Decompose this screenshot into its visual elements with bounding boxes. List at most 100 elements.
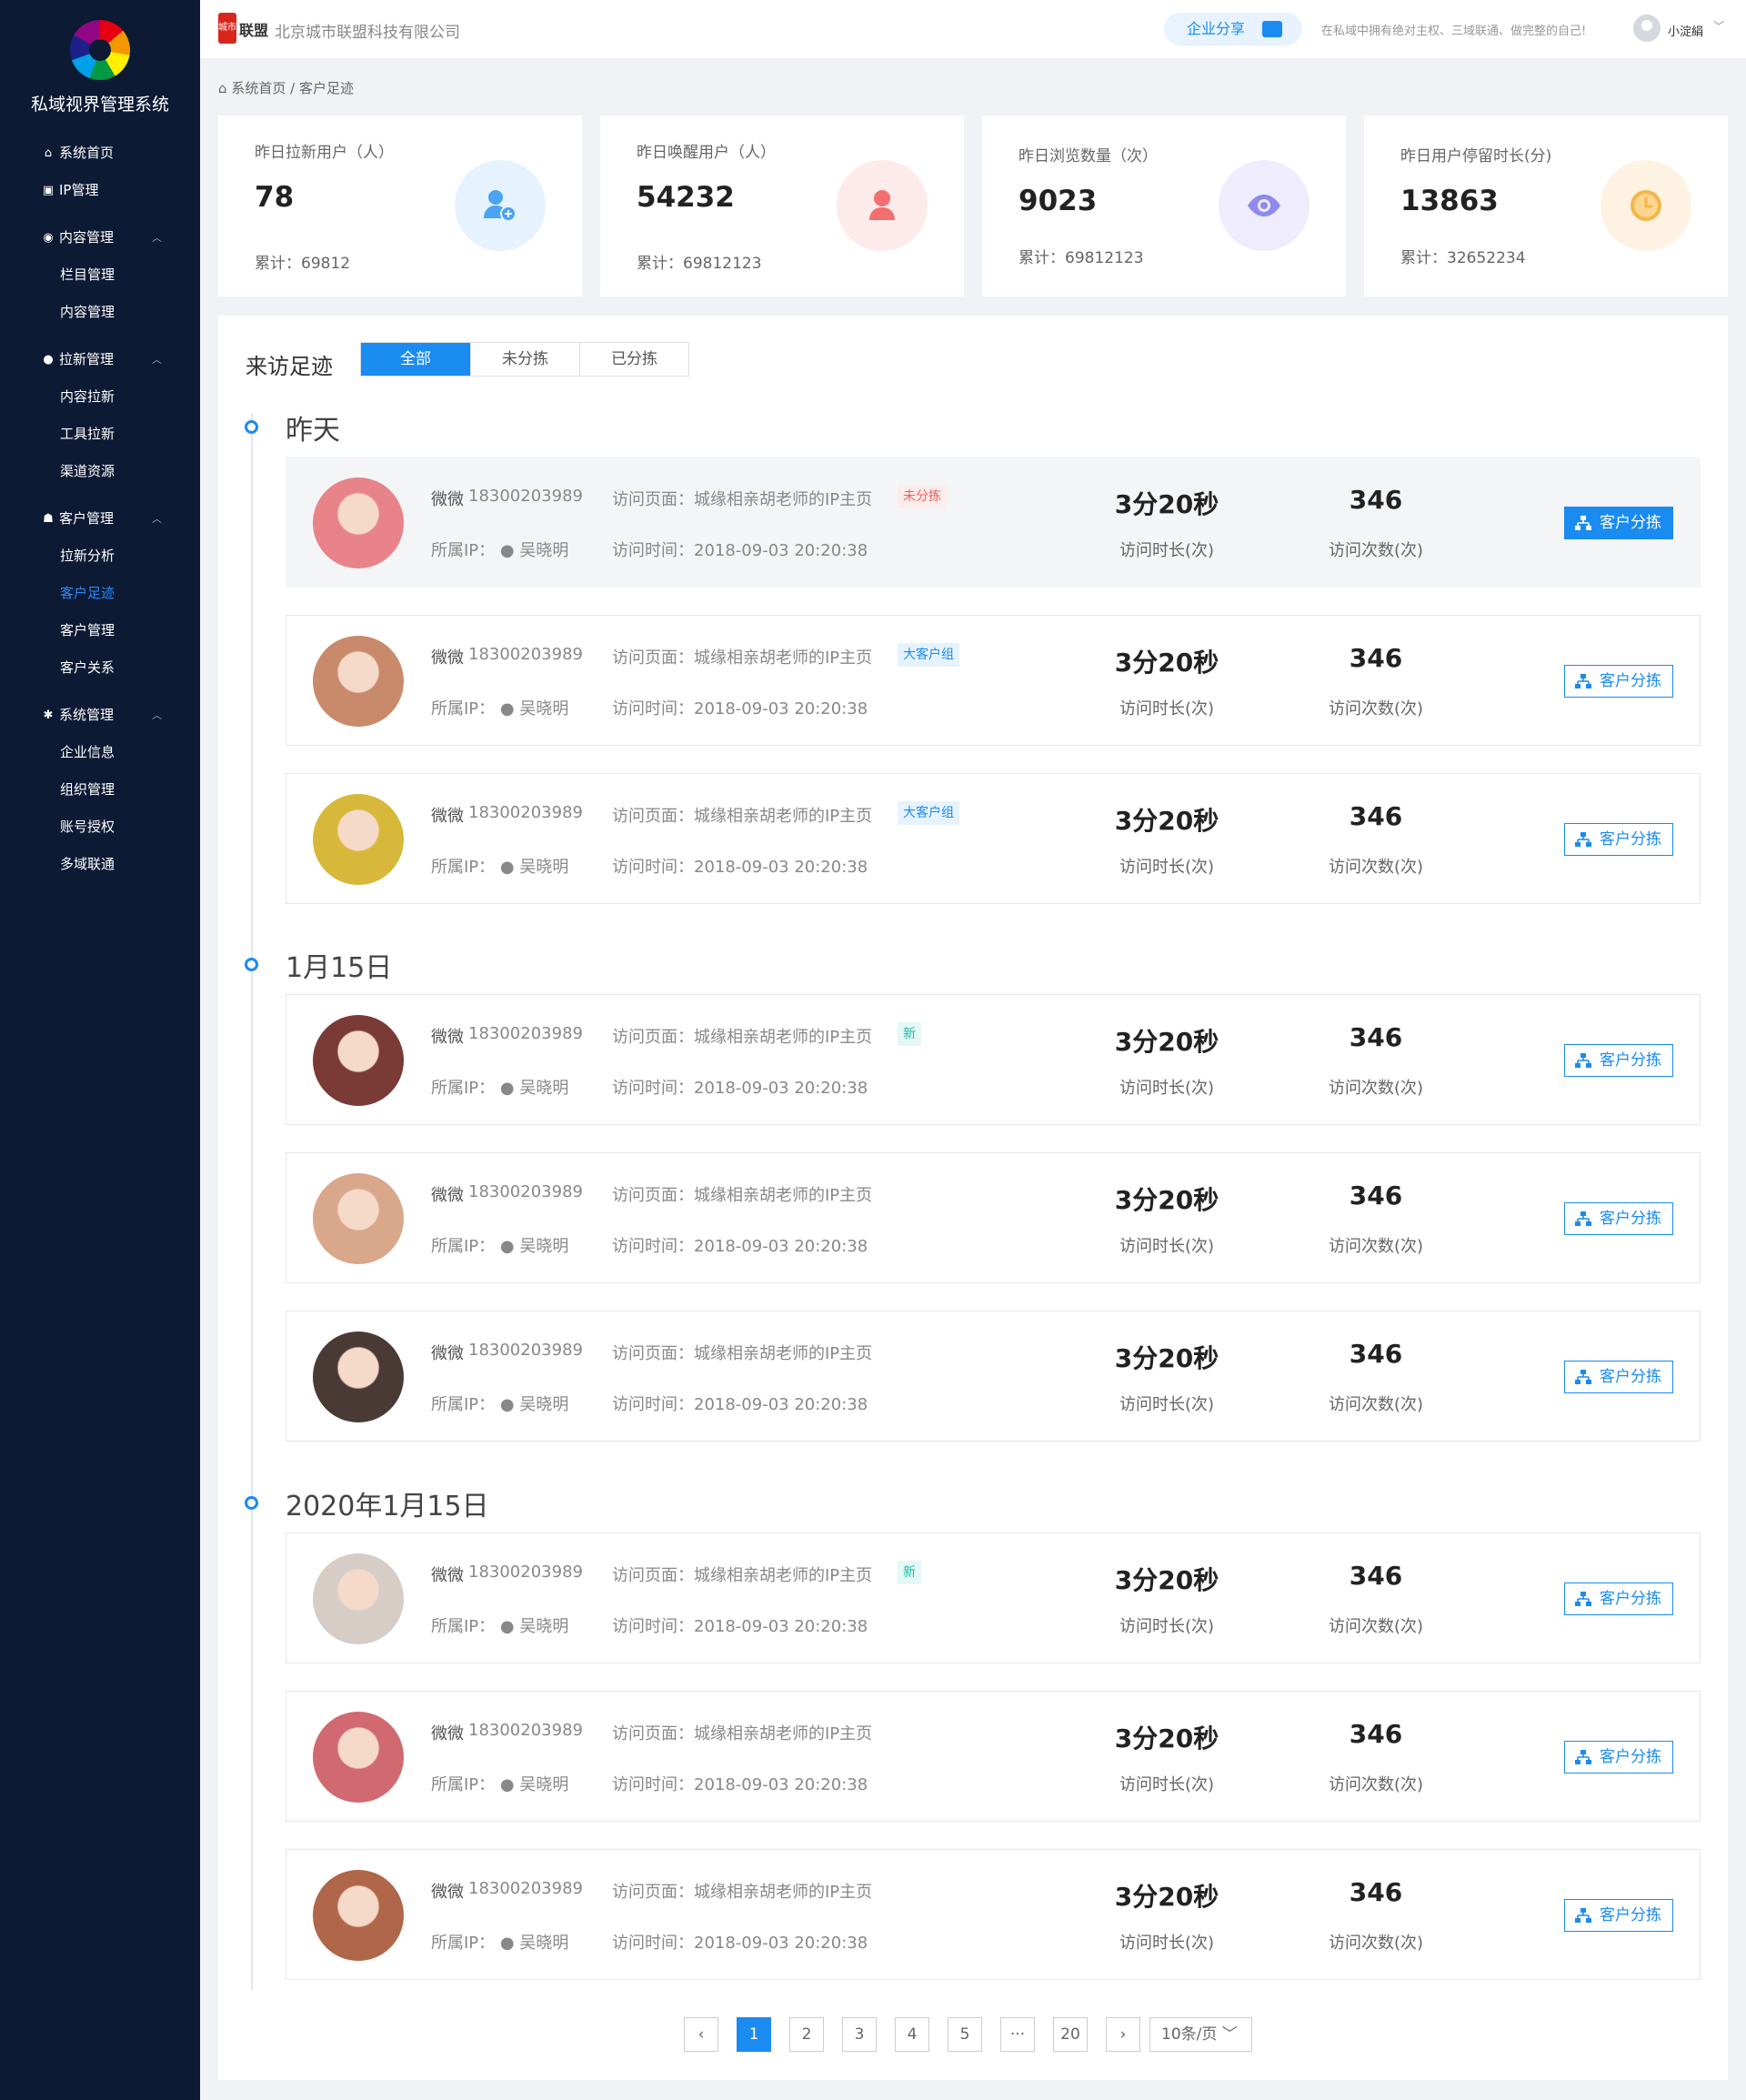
stat-card-0: 昨日拉新用户（人） 78 累计：69812 <box>218 116 582 296</box>
page-button[interactable]: 1 <box>737 2017 771 2052</box>
stat-label: 昨日用户停留时长(分) <box>1400 147 1552 166</box>
page-button[interactable]: 5 <box>948 2017 982 2052</box>
enterprise-share-button[interactable]: 企业分享 <box>1164 13 1302 45</box>
record-row[interactable]: 微微 18300203989 所属IP： ● 吴晓明 访问页面：城缘相亲胡老师的… <box>286 773 1701 904</box>
record-row[interactable]: 微微 18300203989 所属IP： ● 吴晓明 访问页面：城缘相亲胡老师的… <box>286 1311 1701 1442</box>
tab-sorted[interactable]: 已分拣 <box>579 343 688 376</box>
visit-duration: 3分20秒 <box>1114 489 1219 519</box>
visited-page: 访问页面：城缘相亲胡老师的IP主页 <box>612 1344 873 1363</box>
page-button[interactable]: 4 <box>895 2017 929 2052</box>
top-bar: 城市 联盟 北京城市联盟科技有限公司 企业分享 在私域中拥有绝对主权、三域联通、… <box>200 0 1746 58</box>
visit-time: 访问时间：2018-09-03 20:20:38 <box>612 858 868 877</box>
visited-page: 访问页面：城缘相亲胡老师的IP主页 <box>612 1883 873 1902</box>
page-button[interactable]: 2 <box>789 2017 824 2052</box>
record-row[interactable]: 微微 18300203989 所属IP： ● 吴晓明 访问页面：城缘相亲胡老师的… <box>286 615 1701 746</box>
company-brand: 联盟 <box>239 22 269 39</box>
chevron-up-icon[interactable]: ︿ <box>152 697 162 734</box>
owner-ip: 所属IP： ● 吴晓明 <box>431 1934 569 1953</box>
next-page-button[interactable]: › <box>1106 2017 1140 2052</box>
status-badge: 大客户组 <box>898 801 959 825</box>
app-brand: 私域视界管理系统 <box>30 95 169 115</box>
owner-ip: 所属IP： ● 吴晓明 <box>431 541 569 560</box>
prev-page-button[interactable]: ‹ <box>684 2017 718 2052</box>
chevron-up-icon[interactable]: ︿ <box>152 341 162 378</box>
sidebar-item-9[interactable]: ☗ 客户管理 ︿ <box>0 500 200 538</box>
record-row[interactable]: 微微 18300203989 所属IP： ● 吴晓明 访问页面：城缘相亲胡老师的… <box>286 994 1701 1125</box>
customer-sort-button[interactable]: 客户分拣 <box>1564 665 1673 698</box>
visit-count-label: 访问次数(次) <box>1328 1617 1424 1636</box>
customer-sort-button[interactable]: 客户分拣 <box>1564 1741 1673 1773</box>
visit-duration-label: 访问时长(次) <box>1119 1934 1215 1953</box>
record-row[interactable]: 微微 18300203989 所属IP： ● 吴晓明 访问页面：城缘相亲胡老师的… <box>286 1152 1701 1283</box>
owner-ip: 所属IP： ● 吴晓明 <box>431 1617 569 1636</box>
tab-unsorted[interactable]: 未分拣 <box>470 343 579 376</box>
chevron-up-icon[interactable]: ︿ <box>152 500 162 538</box>
customer-avatar <box>313 636 404 727</box>
page-button[interactable]: ··· <box>1000 2017 1035 2052</box>
customer-avatar <box>313 1870 404 1961</box>
stat-total: 累计：69812 <box>255 255 351 273</box>
sidebar-item-0[interactable]: ⌂ 系统首页 <box>0 135 200 172</box>
sidebar-subitem-10[interactable]: 拉新分析 <box>0 538 200 575</box>
person-icon: ● <box>495 1395 520 1414</box>
tab-all[interactable]: 全部 <box>361 343 470 376</box>
visit-count-label: 访问次数(次) <box>1328 1395 1424 1414</box>
visited-page: 访问页面：城缘相亲胡老师的IP主页 <box>612 1028 873 1047</box>
sidebar-subitem-6[interactable]: 内容拉新 <box>0 378 200 416</box>
page-size-select[interactable]: 10条/页 ﹀ <box>1149 2017 1252 2052</box>
customer-avatar <box>313 794 404 885</box>
sidebar-subitem-7[interactable]: 工具拉新 <box>0 416 200 453</box>
page-button[interactable]: 3 <box>842 2017 877 2052</box>
visit-time: 访问时间：2018-09-03 20:20:38 <box>612 1617 868 1636</box>
stat-total: 累计：69812123 <box>637 255 762 273</box>
visit-count-label: 访问次数(次) <box>1328 541 1424 560</box>
customer-sort-button[interactable]: 客户分拣 <box>1564 1202 1673 1235</box>
visit-time: 访问时间：2018-09-03 20:20:38 <box>612 1775 868 1794</box>
sidebar-subitem-17[interactable]: 账号授权 <box>0 809 200 846</box>
person-icon: ● <box>495 1617 520 1636</box>
sidebar-subitem-13[interactable]: 客户关系 <box>0 649 200 687</box>
record-row[interactable]: 微微 18300203989 所属IP： ● 吴晓明 访问页面：城缘相亲胡老师的… <box>286 1849 1701 1980</box>
customer-sort-button[interactable]: 客户分拣 <box>1564 823 1673 856</box>
sidebar-item-14[interactable]: ✱ 系统管理 ︿ <box>0 697 200 734</box>
visit-count: 346 <box>1349 801 1403 831</box>
page-button[interactable]: 20 <box>1053 2017 1088 2052</box>
user-name[interactable]: 小淀絹 <box>1668 22 1703 39</box>
sidebar-subitem-16[interactable]: 组织管理 <box>0 771 200 809</box>
visit-duration-label: 访问时长(次) <box>1119 858 1215 877</box>
breadcrumb-separator: / <box>290 80 296 96</box>
customer-sort-button[interactable]: 客户分拣 <box>1564 1044 1673 1077</box>
sidebar-item-2[interactable]: ◉ 内容管理 ︿ <box>0 219 200 256</box>
sidebar-subitem-4[interactable]: 内容管理 <box>0 294 200 331</box>
panel-title: 来访足迹 <box>246 354 333 379</box>
company-name: 北京城市联盟科技有限公司 <box>275 24 460 42</box>
sidebar-subitem-11[interactable]: 客户足迹 <box>0 575 200 612</box>
breadcrumb-home[interactable]: 系统首页 <box>231 80 286 96</box>
chevron-up-icon[interactable]: ︿ <box>152 219 162 256</box>
customer-sort-button[interactable]: 客户分拣 <box>1564 507 1673 539</box>
record-row[interactable]: 微微 18300203989 所属IP： ● 吴晓明 访问页面：城缘相亲胡老师的… <box>286 1691 1701 1822</box>
visited-page: 访问页面：城缘相亲胡老师的IP主页 <box>612 1724 873 1743</box>
sidebar-menu: ⌂ 系统首页 ▣ IP管理 ◉ 内容管理 ︿ 栏目管理 内容管理 ● 拉新管理 ︿… <box>0 135 200 883</box>
sidebar-item-5[interactable]: ● 拉新管理 ︿ <box>0 341 200 378</box>
visit-duration: 3分20秒 <box>1114 1723 1219 1753</box>
customer-sort-button[interactable]: 客户分拣 <box>1564 1899 1673 1932</box>
sidebar-subitem-18[interactable]: 多域联通 <box>0 846 200 883</box>
customer-sort-button[interactable]: 客户分拣 <box>1564 1583 1673 1615</box>
sidebar: 私域视界管理系统 ⌂ 系统首页 ▣ IP管理 ◉ 内容管理 ︿ 栏目管理 内容管理… <box>0 0 200 2100</box>
sidebar-subitem-15[interactable]: 企业信息 <box>0 734 200 771</box>
user-avatar[interactable] <box>1633 15 1661 42</box>
customer-phone: 18300203989 <box>468 1879 583 1898</box>
visit-duration-label: 访问时长(次) <box>1119 1775 1215 1794</box>
stat-value: 13863 <box>1400 185 1499 217</box>
sidebar-item-1[interactable]: ▣ IP管理 <box>0 172 200 209</box>
customer-name: 微微 <box>431 1344 464 1363</box>
record-row[interactable]: 微微 18300203989 所属IP： ● 吴晓明 访问页面：城缘相亲胡老师的… <box>286 457 1701 588</box>
sidebar-subitem-8[interactable]: 渠道资源 <box>0 453 200 490</box>
visit-duration: 3分20秒 <box>1114 648 1219 678</box>
chevron-down-icon[interactable]: ﹀ <box>1713 18 1724 34</box>
record-row[interactable]: 微微 18300203989 所属IP： ● 吴晓明 访问页面：城缘相亲胡老师的… <box>286 1532 1701 1663</box>
sidebar-subitem-3[interactable]: 栏目管理 <box>0 256 200 294</box>
customer-sort-button[interactable]: 客户分拣 <box>1564 1361 1673 1393</box>
sidebar-subitem-12[interactable]: 客户管理 <box>0 612 200 649</box>
